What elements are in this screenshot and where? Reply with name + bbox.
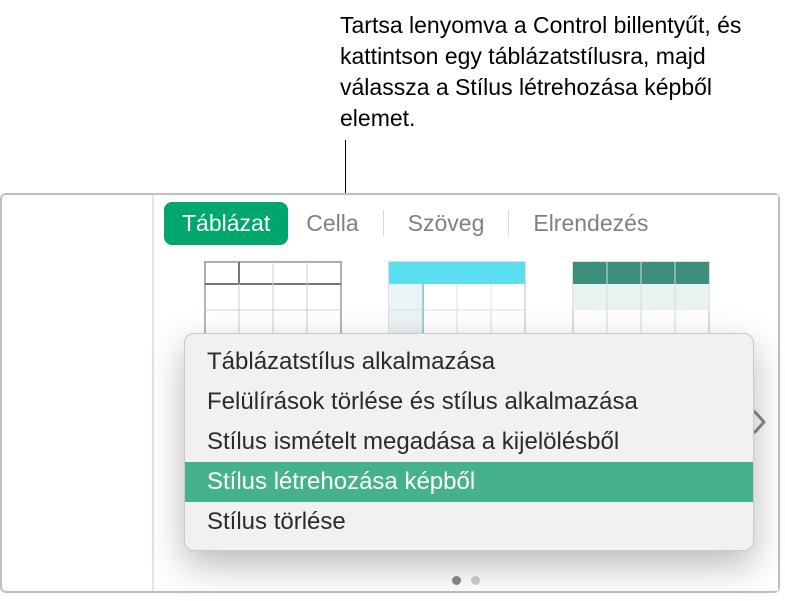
table-style-context-menu: Táblázatstílus alkalmazása Felülírások t…	[184, 333, 754, 551]
tab-separator	[383, 210, 384, 236]
tab-text[interactable]: Szöveg	[390, 202, 503, 245]
menu-create-style-from-image[interactable]: Stílus létrehozása képből	[185, 462, 753, 502]
chevron-right-icon	[752, 409, 768, 435]
menu-delete-style[interactable]: Stílus törlése	[185, 502, 753, 542]
tab-cell[interactable]: Cella	[288, 202, 376, 245]
format-inspector: Táblázat Cella Szöveg Elrendezés	[152, 195, 778, 591]
pager-dot-2[interactable]	[471, 576, 480, 585]
menu-clear-overrides-apply[interactable]: Felülírások törlése és stílus alkalmazás…	[185, 382, 753, 422]
inspector-panel-frame: Táblázat Cella Szöveg Elrendezés	[0, 193, 780, 593]
tab-separator	[508, 210, 509, 236]
callout-text: Tartsa lenyomva a Control billentyűt, és…	[340, 10, 770, 134]
menu-redefine-from-selection[interactable]: Stílus ismételt megadása a kijelölésből	[185, 422, 753, 462]
menu-apply-style[interactable]: Táblázatstílus alkalmazása	[185, 342, 753, 382]
tab-table[interactable]: Táblázat	[164, 202, 288, 245]
pager-dot-1[interactable]	[452, 576, 461, 585]
tab-layout[interactable]: Elrendezés	[515, 202, 666, 245]
styles-next-page[interactable]	[752, 409, 768, 442]
styles-pager	[154, 576, 778, 585]
inspector-tabbar: Táblázat Cella Szöveg Elrendezés	[154, 195, 778, 251]
